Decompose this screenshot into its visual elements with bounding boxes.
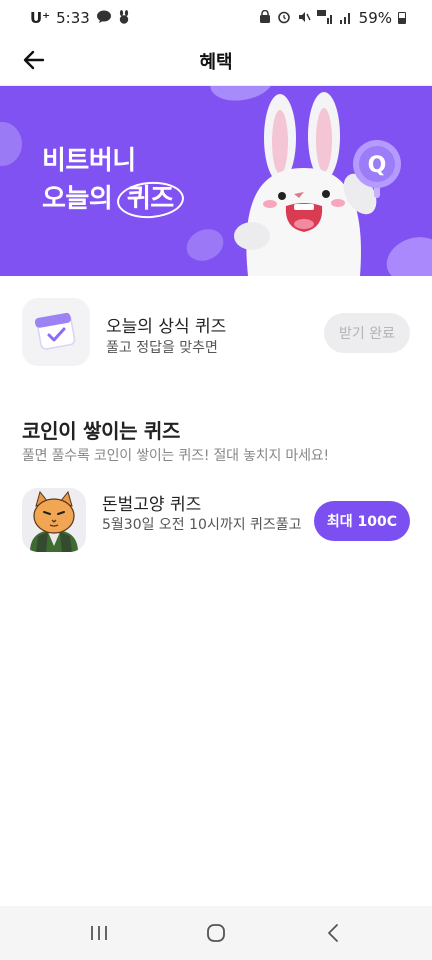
coin-quiz-subtitle: 5월30일 오전 10시까지 퀴즈풀고 xyxy=(102,517,302,533)
decor-disc xyxy=(0,122,22,166)
message-icon xyxy=(96,10,112,27)
coin-quiz-title: 돈벌고양 퀴즈 xyxy=(102,495,202,515)
recents-icon xyxy=(90,926,107,940)
nav-back-button[interactable] xyxy=(308,913,358,953)
battery-percent: 59% xyxy=(358,9,392,27)
battery-icon xyxy=(398,12,406,24)
section-subtitle: 풀면 풀수록 코인이 쌓이는 퀴즈! 절대 놓치지 마세요! xyxy=(22,448,329,464)
max-coin-button[interactable]: 최대 100C xyxy=(314,501,410,541)
daily-quiz-item[interactable]: 오늘의 상식 퀴즈 풀고 정답을 맞추면 받기 완료 xyxy=(22,298,412,368)
banner-line-1: 비트버니 xyxy=(42,146,136,176)
status-bar: U⁺ 5:33 59% xyxy=(0,0,432,36)
coin-quiz-item[interactable]: 돈벌고양 퀴즈 5월30일 오전 10시까지 퀴즈풀고 최대 100C xyxy=(22,488,412,558)
banner-line-2-prefix: 오늘의 xyxy=(42,184,113,214)
home-button[interactable] xyxy=(191,913,241,953)
quiz-banner[interactable]: 비트버니 오늘의 퀴즈 Q xyxy=(0,86,432,276)
q-badge: Q xyxy=(368,153,387,178)
cat-mascot-icon xyxy=(22,488,86,552)
decor-disc xyxy=(181,223,229,267)
section-title: 코인이 쌓이는 퀴즈 xyxy=(22,419,181,443)
banner-title: 비트버니 오늘의 퀴즈 xyxy=(42,142,180,218)
status-right: 59% xyxy=(259,9,406,27)
system-nav-bar xyxy=(0,906,432,960)
mute-icon xyxy=(297,10,311,27)
screen: U⁺ 5:33 59% 혜택 비트버니 오늘의 퀴즈 Q 오늘의 상식 퀴즈 풀… xyxy=(0,0,432,960)
recents-button[interactable] xyxy=(74,913,124,953)
clock: 5:33 xyxy=(56,9,90,27)
daily-quiz-title: 오늘의 상식 퀴즈 xyxy=(106,317,227,337)
bunny-mascot-illustration: Q xyxy=(234,92,401,276)
alarm-icon xyxy=(277,10,291,27)
bunny-app-icon xyxy=(118,9,130,27)
app-header: 혜택 xyxy=(0,36,432,86)
status-left: U⁺ 5:33 xyxy=(30,9,130,27)
calendar-check-icon xyxy=(22,298,90,366)
back-chevron-icon xyxy=(328,924,339,942)
lte-signal-icon xyxy=(316,9,333,27)
banner-line-2: 오늘의 퀴즈 xyxy=(42,180,180,218)
banner-highlight: 퀴즈 xyxy=(121,180,180,218)
lock-notification-icon xyxy=(259,9,271,27)
home-icon xyxy=(207,924,225,942)
received-complete-button[interactable]: 받기 완료 xyxy=(324,313,410,353)
page-title: 혜택 xyxy=(199,52,233,73)
daily-quiz-subtitle: 풀고 정답을 맞추면 xyxy=(106,340,218,356)
signal-bars-icon xyxy=(339,10,353,27)
carrier-label: U⁺ xyxy=(30,9,51,27)
